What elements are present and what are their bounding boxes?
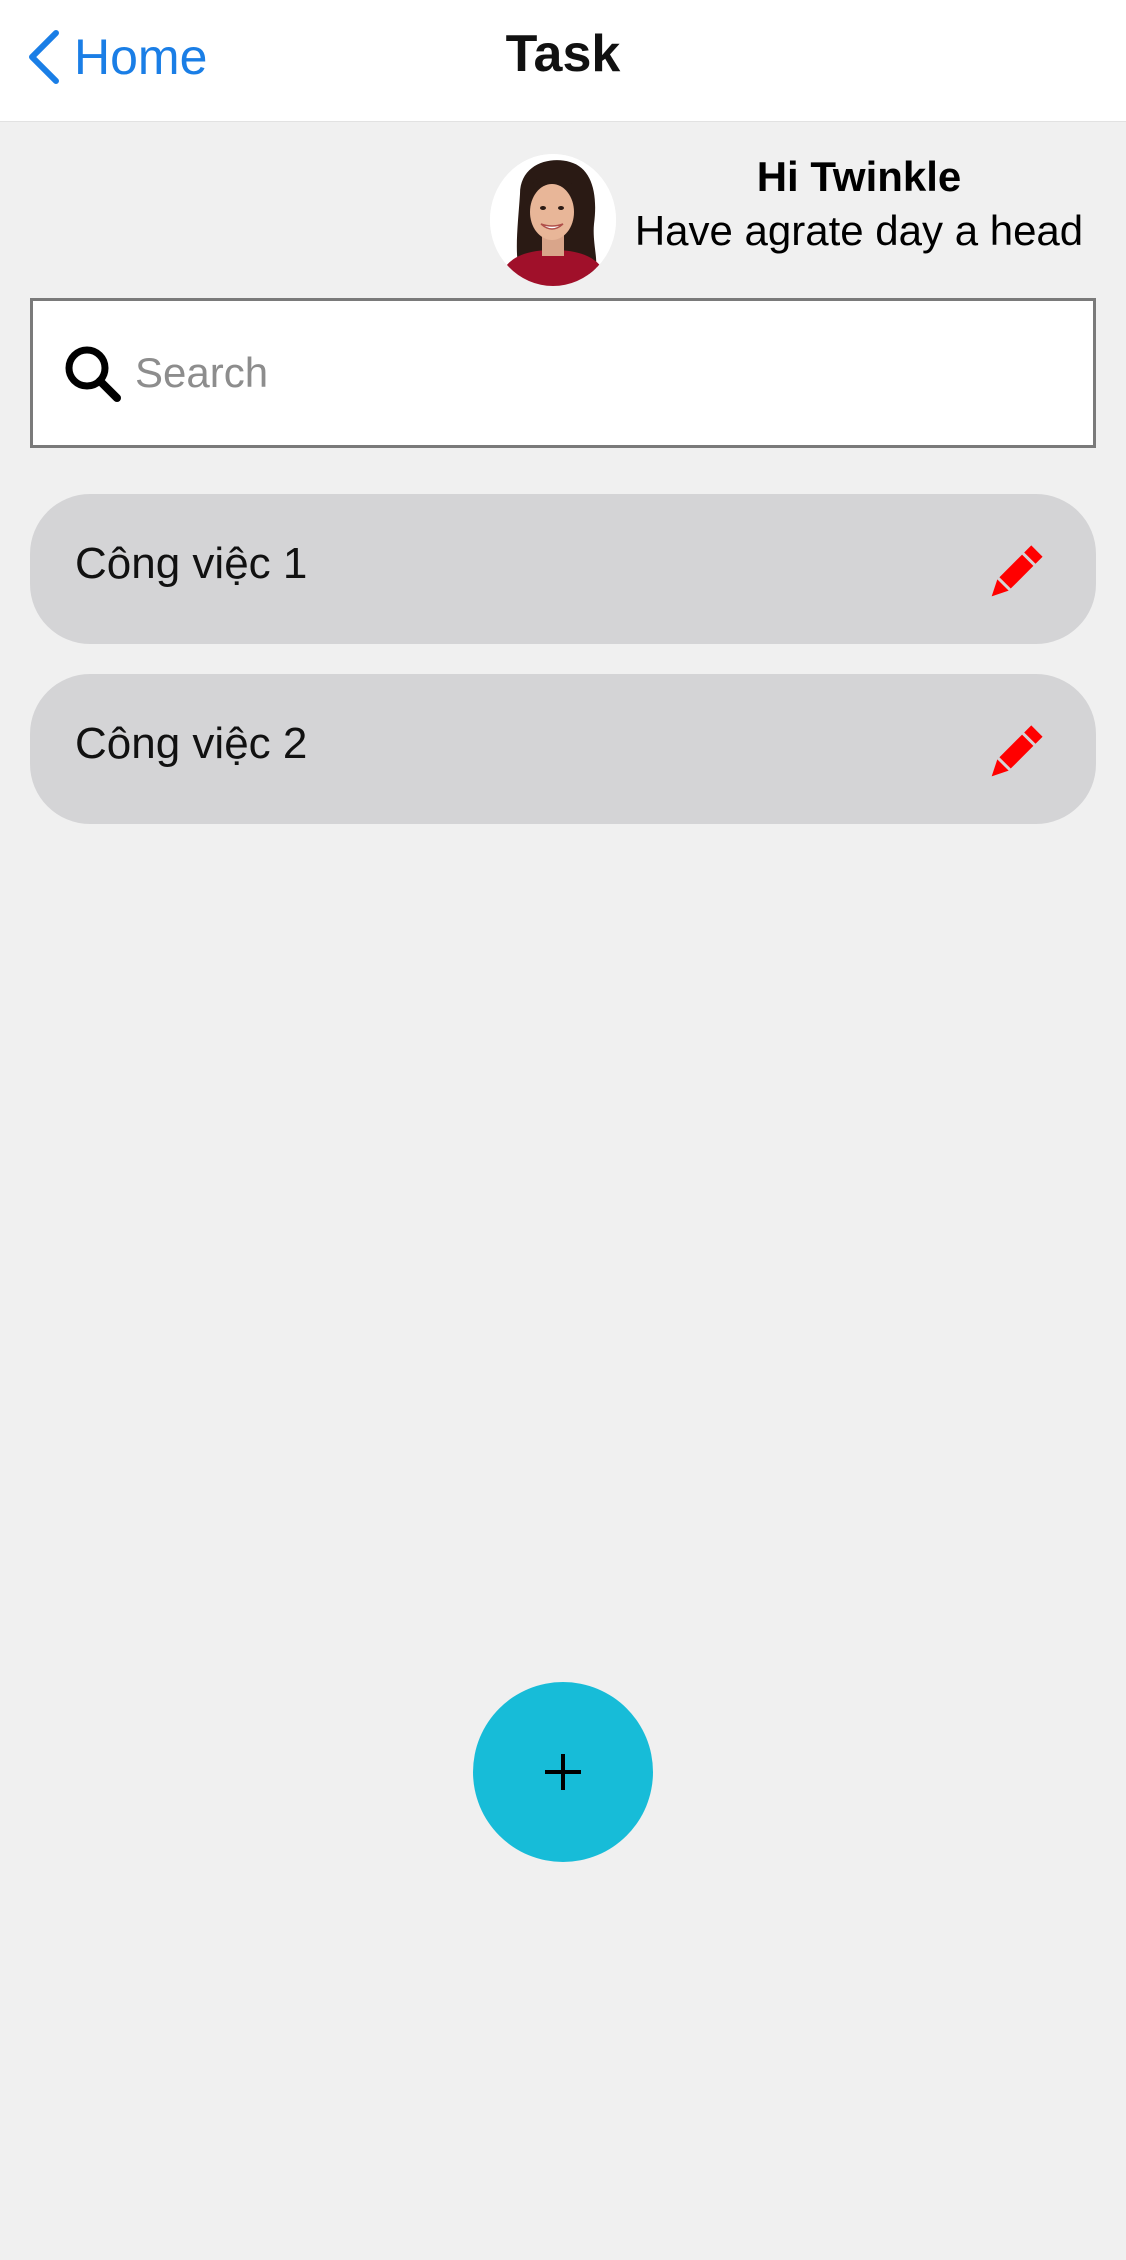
task-label: Công việc 2	[75, 719, 308, 768]
avatar	[490, 154, 616, 286]
search-bar[interactable]	[30, 298, 1096, 448]
task-label: Công việc 1	[75, 539, 308, 588]
greeting-name: Hi Twinkle	[756, 153, 962, 200]
task-item[interactable]: Công việc 2	[30, 674, 1096, 824]
pencil-icon[interactable]	[986, 724, 1044, 782]
add-task-button[interactable]	[473, 1682, 653, 1862]
greeting-header: Hi Twinkle Have agrate day a head	[490, 150, 1090, 290]
pencil-icon[interactable]	[986, 544, 1044, 602]
greeting-message: Have agrate day a head	[634, 207, 1084, 254]
page-title: Task	[505, 25, 621, 83]
plus-icon	[545, 1754, 581, 1790]
navigation-bar: Home Task	[0, 0, 1126, 122]
search-input[interactable]	[135, 349, 1035, 397]
search-icon	[61, 342, 123, 404]
greeting-text: Hi Twinkle Have agrate day a head	[628, 150, 1090, 258]
task-item[interactable]: Công việc 1	[30, 494, 1096, 644]
